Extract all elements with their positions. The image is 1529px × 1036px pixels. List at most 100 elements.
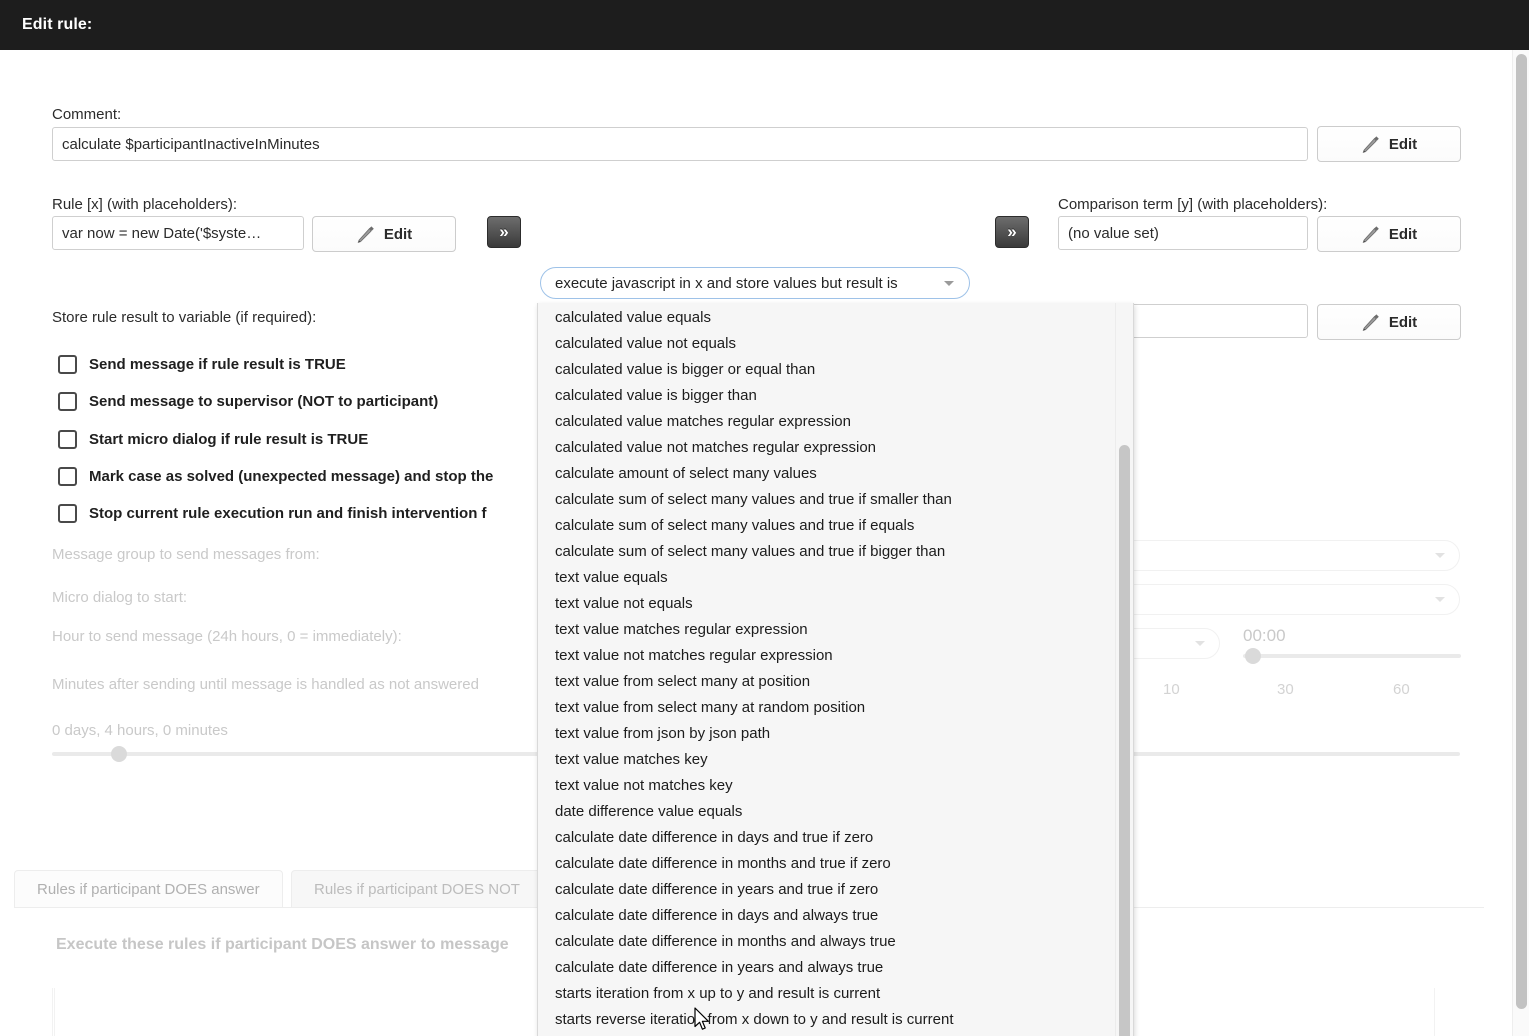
comment-input[interactable]: calculate $participantInactiveInMinutes [52,127,1308,161]
store-variable-label: Store rule result to variable (if requir… [52,309,316,326]
checkbox-label: Mark case as solved (unexpected message)… [89,468,493,485]
duration-value-text: 0 days, 4 hours, 0 minutes [52,722,228,739]
dropdown-option[interactable]: text value from select many at position [538,669,1111,695]
dropdown-option[interactable]: calculated value is bigger than [538,383,1111,409]
slider-knob[interactable] [1245,648,1261,664]
dropdown-option[interactable]: text value not matches key [538,773,1111,799]
dropdown-option[interactable]: calculated value is bigger or equal than [538,357,1111,383]
chevron-down-icon [1195,641,1205,646]
micro-dialog-label: Micro dialog to start: [52,589,187,606]
page-scrollbar-track[interactable] [1512,50,1529,1036]
checkbox-start-micro-dialog[interactable] [58,430,77,449]
slider-knob[interactable] [111,746,127,762]
checkbox-row-stop-rule-execution[interactable]: Stop current rule execution run and fini… [58,504,487,523]
dropdown-option[interactable]: text value matches regular expression [538,617,1111,643]
rule-label: Rule [x] (with placeholders): [52,196,237,213]
tab-rules-does-not-answer[interactable]: Rules if participant DOES NOT [291,870,543,907]
store-variable-edit-button[interactable]: Edit [1317,304,1461,340]
rule-type-dropdown[interactable]: calculated value equalscalculated value … [537,303,1134,1036]
dropdown-option[interactable]: starts reverse iteration from x down to … [538,1007,1111,1033]
minutes-not-answered-label: Minutes after sending until message is h… [52,676,479,693]
checkbox-row-mark-case-solved[interactable]: Mark case as solved (unexpected message)… [58,467,493,486]
panel-divider [54,988,55,1036]
checkbox-row-send-to-supervisor[interactable]: Send message to supervisor (NOT to parti… [58,392,438,411]
pencil-icon [356,225,375,244]
chevron-down-icon [1435,597,1445,602]
page-scrollbar-thumb[interactable] [1516,54,1527,1009]
time-value-text: 00:00 [1243,626,1286,646]
checkbox-mark-case-solved[interactable] [58,467,77,486]
dropdown-option[interactable]: starts iteration from x up to y and resu… [538,981,1111,1007]
pencil-icon [1361,225,1380,244]
comment-edit-button[interactable]: Edit [1317,126,1461,162]
dropdown-option[interactable]: calculate date difference in days and al… [538,903,1111,929]
micro-dialog-select[interactable] [1090,584,1460,615]
dropdown-option[interactable]: calculate date difference in months and … [538,851,1111,877]
comparison-edit-label: Edit [1389,226,1417,243]
rule-input[interactable]: var now = new Date('$syste… [52,216,304,250]
message-group-select[interactable] [1090,540,1460,571]
checkbox-stop-rule-execution[interactable] [58,504,77,523]
dropdown-option[interactable]: calculate sum of select many values and … [538,539,1111,565]
dropdown-option[interactable]: text value matches key [538,747,1111,773]
checkbox-label: Start micro dialog if rule result is TRU… [89,431,368,448]
pencil-icon [1361,135,1380,154]
dropdown-option[interactable]: calculate sum of select many values and … [538,513,1111,539]
dropdown-option[interactable]: date difference value equals [538,799,1111,825]
window-title: Edit rule: [22,16,92,34]
chevron-right-double-icon: » [1007,222,1016,242]
comparison-input[interactable]: (no value set) [1058,216,1308,250]
dropdown-option[interactable]: text value not equals [538,591,1111,617]
comment-label: Comment: [52,106,121,123]
dropdown-option[interactable]: calculate date difference in days and tr… [538,825,1111,851]
pencil-icon [1361,313,1380,332]
rule-type-combobox[interactable]: execute javascript in x and store values… [540,267,970,299]
tab-label: Rules if participant DOES answer [37,881,260,898]
slider-track [1243,654,1461,658]
rule-edit-label: Edit [384,226,412,243]
rule-edit-button[interactable]: Edit [312,216,456,252]
tick-30: 30 [1277,681,1294,698]
dropdown-option[interactable]: calculate date difference in years and a… [538,955,1111,981]
rule-type-selected-text: execute javascript in x and store values… [555,275,898,292]
tab-label: Rules if participant DOES NOT [314,881,520,898]
dropdown-option[interactable]: text value from select many at random po… [538,695,1111,721]
checkbox-row-send-message-if-true[interactable]: Send message if rule result is TRUE [58,355,346,374]
store-variable-edit-label: Edit [1389,314,1417,331]
dropdown-scrollbar-track[interactable] [1115,303,1132,1036]
tab-rules-does-answer[interactable]: Rules if participant DOES answer [14,870,283,907]
dropdown-option[interactable]: text value not matches regular expressio… [538,643,1111,669]
time-slider[interactable] [1243,647,1461,665]
dropdown-scrollbar-thumb[interactable] [1119,445,1130,1036]
dropdown-option[interactable]: calculated value not matches regular exp… [538,435,1111,461]
rule-type-option-list[interactable]: calculated value equalscalculated value … [538,305,1111,1036]
comparison-label: Comparison term [y] (with placeholders): [1058,196,1327,213]
tick-10: 10 [1163,681,1180,698]
tick-60: 60 [1393,681,1410,698]
dropdown-option[interactable]: calculated value equals [538,305,1111,331]
chevron-right-double-icon: » [499,222,508,242]
dropdown-option[interactable]: calculate date difference in years and t… [538,877,1111,903]
rule-expand-left-button[interactable]: » [487,216,521,248]
checkbox-send-message-if-true[interactable] [58,355,77,374]
dropdown-option[interactable]: calculate sum of select many values and … [538,487,1111,513]
checkbox-label: Send message if rule result is TRUE [89,356,346,373]
dropdown-option[interactable]: calculate amount of select many values [538,461,1111,487]
chevron-down-icon [1435,553,1445,558]
comparison-edit-button[interactable]: Edit [1317,216,1461,252]
checkbox-row-start-micro-dialog[interactable]: Start micro dialog if rule result is TRU… [58,430,368,449]
checkbox-label: Stop current rule execution run and fini… [89,505,487,522]
dropdown-option[interactable]: text value equals [538,565,1111,591]
panel-title: Execute these rules if participant DOES … [56,936,509,954]
dropdown-option[interactable]: calculated value not equals [538,331,1111,357]
checkbox-send-to-supervisor[interactable] [58,392,77,411]
dropdown-option[interactable]: text value from json by json path [538,721,1111,747]
dropdown-option[interactable]: calculate date difference in months and … [538,929,1111,955]
hour-to-send-label: Hour to send message (24h hours, 0 = imm… [52,628,402,645]
dropdown-option[interactable]: calculated value matches regular express… [538,409,1111,435]
comment-edit-label: Edit [1389,136,1417,153]
checkbox-label: Send message to supervisor (NOT to parti… [89,393,438,410]
chevron-down-icon [944,281,954,286]
rule-expand-right-button[interactable]: » [995,216,1029,248]
page-content: Comment: calculate $participantInactiveI… [0,50,1513,1036]
